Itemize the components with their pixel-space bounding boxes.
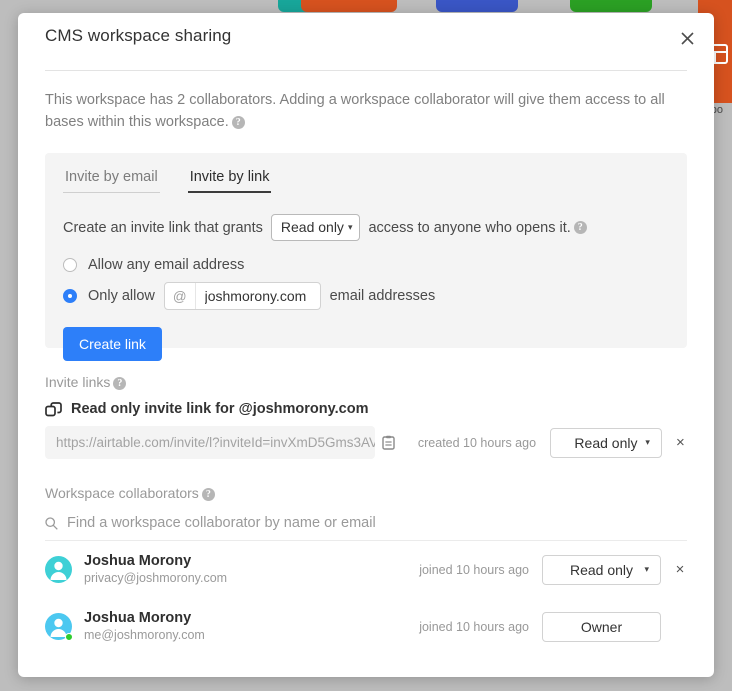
collaborator-search-row: [45, 515, 687, 541]
collaborator-name: Joshua Morony: [84, 610, 192, 626]
remove-invite-link-button[interactable]: ×: [674, 434, 687, 451]
close-glyph: [680, 31, 694, 45]
search-icon: [45, 516, 58, 530]
invite-link-role-value: Read only: [574, 434, 638, 451]
help-icon[interactable]: ?: [113, 377, 127, 390]
radio-only-domain-input[interactable]: [63, 289, 77, 303]
radio-option-only-domain[interactable]: Only allow @ email addresses: [63, 282, 669, 310]
invite-url-field[interactable]: https://airtable.com/invite/l?inviteId=i…: [45, 426, 375, 459]
grant-row: Create an invite link that grants Read o…: [63, 214, 669, 241]
domain-field[interactable]: @: [163, 282, 321, 310]
invite-link-title-row: Read only invite link for @joshmorony.co…: [45, 401, 687, 417]
share-modal: CMS workspace sharing This workspace has…: [18, 13, 714, 677]
invite-link-title: Read only invite link for @joshmorony.co…: [71, 401, 369, 417]
chevron-down-icon: ▾: [645, 437, 650, 447]
invite-links-heading: Invite links?: [45, 374, 687, 390]
invite-permission-select[interactable]: Read only ▾: [270, 214, 361, 241]
chevron-down-icon: ▾: [347, 221, 353, 232]
header-divider: [45, 70, 687, 71]
radio-any-email-input[interactable]: [63, 258, 77, 272]
invite-links-heading-label: Invite links: [45, 374, 111, 390]
close-icon[interactable]: [674, 25, 700, 51]
tab-strip-orange[interactable]: [301, 0, 397, 12]
copy-clipboard-icon[interactable]: [382, 435, 395, 450]
invite-link-created-meta: created 10 hours ago: [417, 435, 537, 450]
modal-body: This workspace has 2 collaborators. Addi…: [18, 89, 714, 655]
collaborator-name: Joshua Morony: [84, 553, 192, 569]
tab-strip-green[interactable]: [570, 0, 652, 12]
collaborator-row: Joshua Morony privacy@joshmorony.com joi…: [45, 541, 687, 598]
collaborator-search-input[interactable]: [67, 515, 627, 531]
modal-header: CMS workspace sharing: [18, 13, 714, 71]
tab-invite-by-link[interactable]: Invite by link: [187, 169, 272, 193]
grant-prefix-label: Create an invite link that grants: [63, 219, 263, 236]
copy-glyph: [382, 435, 395, 450]
collaborator-joined-meta: joined 10 hours ago: [419, 562, 529, 577]
invite-link-item: Read only invite link for @joshmorony.co…: [45, 401, 687, 459]
collaborator-info: Joshua Morony privacy@joshmorony.com: [84, 552, 419, 587]
intro-text: This workspace has 2 collaborators. Addi…: [45, 92, 665, 130]
page-title: CMS workspace sharing: [45, 26, 232, 45]
domain-suffix-label: email addresses: [329, 288, 436, 304]
online-status-dot: [65, 633, 73, 641]
avatar: [45, 613, 73, 641]
tab-strip-blue[interactable]: [436, 0, 518, 12]
link-chain-icon: [45, 401, 62, 416]
collaborators-heading-label: Workspace collaborators: [45, 485, 199, 501]
collaborator-role-value: Read only: [569, 561, 634, 578]
create-link-button[interactable]: Create link: [63, 327, 162, 361]
collaborator-role-select[interactable]: Owner: [542, 611, 661, 642]
collaborator-joined-meta: joined 10 hours ago: [419, 619, 529, 634]
help-icon[interactable]: ?: [201, 488, 215, 501]
radio-option-any-email[interactable]: Allow any email address: [63, 257, 669, 273]
at-symbol-icon: @: [165, 283, 196, 309]
radio-any-email-label: Allow any email address: [88, 257, 245, 273]
intro-description: This workspace has 2 collaborators. Addi…: [45, 89, 683, 133]
collaborator-role-value: Owner: [580, 618, 623, 635]
collaborator-email: privacy@joshmorony.com: [84, 571, 228, 585]
collaborator-email: me@joshmorony.com: [84, 628, 205, 642]
collaborators-heading: Workspace collaborators?: [45, 485, 687, 501]
radio-only-domain-label: Only allow: [88, 288, 155, 304]
invite-link-row: https://airtable.com/invite/l?inviteId=i…: [45, 426, 687, 459]
chevron-down-icon: ▾: [644, 564, 649, 574]
tab-invite-by-email[interactable]: Invite by email: [63, 169, 160, 193]
collaborator-info: Joshua Morony me@joshmorony.com: [84, 609, 419, 644]
invite-tabs: Invite by email Invite by link: [63, 169, 669, 193]
invite-permission-value: Read only: [280, 219, 344, 235]
grant-suffix-label: access to anyone who opens it.: [368, 219, 571, 236]
collaborator-role-select[interactable]: Read only ▾: [542, 554, 661, 585]
invite-link-role-select[interactable]: Read only ▾: [550, 427, 662, 458]
collaborator-row: Joshua Morony me@joshmorony.com joined 1…: [45, 598, 687, 655]
avatar-person-icon: [50, 561, 67, 580]
avatar: [45, 556, 72, 583]
remove-collaborator-button[interactable]: ×: [673, 561, 687, 578]
domain-input[interactable]: [195, 283, 320, 309]
invite-panel: Invite by email Invite by link Create an…: [45, 153, 687, 361]
help-icon[interactable]: ?: [231, 116, 245, 129]
help-icon[interactable]: ?: [573, 221, 587, 234]
